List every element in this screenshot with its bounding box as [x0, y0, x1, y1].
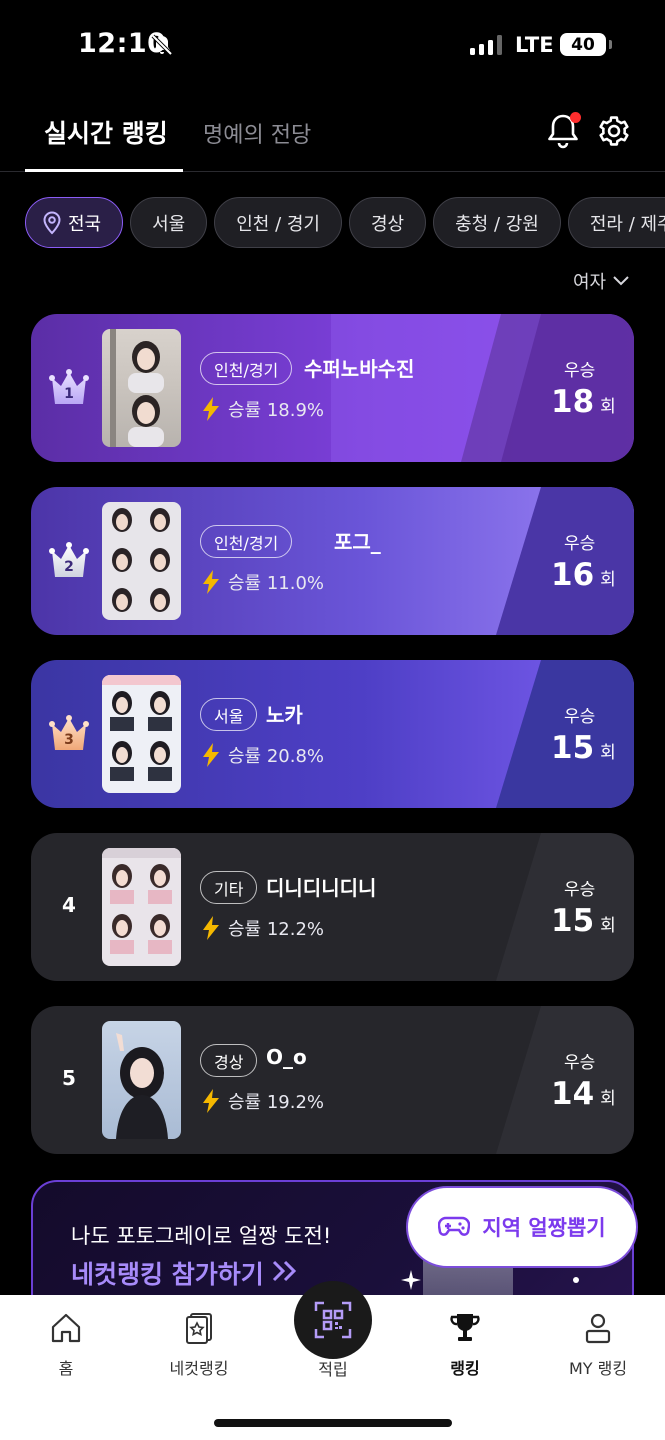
trophy-icon: [450, 1314, 480, 1341]
ranking-card[interactable]: 5 경상 O_o 승률 19.2% 우승 14 회: [31, 1006, 634, 1154]
gender-filter-label: 여자: [573, 272, 607, 293]
profile-photo: [102, 502, 181, 620]
chip-label: 전국: [68, 213, 102, 235]
win-label: 우승: [564, 1053, 596, 1073]
chip-region-jeolla-jeju[interactable]: 전라 / 제주: [567, 197, 665, 248]
user-name: 노카: [266, 703, 303, 727]
ranking-card[interactable]: 1 인천/경기 수퍼노바수진 승률 18.9% 우승 18 회: [31, 314, 634, 462]
gamepad-icon: [438, 1216, 471, 1236]
region-badge: 인천/경기: [200, 525, 293, 558]
win-label: 우승: [564, 361, 596, 381]
settings-gear-icon[interactable]: [597, 114, 631, 148]
user-name: 포그_: [334, 530, 381, 554]
nav-home[interactable]: 홈: [11, 1311, 121, 1379]
battery-icon: 40: [560, 33, 612, 56]
win-rate: 승률 18.9%: [202, 396, 324, 422]
rank-crown-bronze: 3: [49, 708, 89, 758]
user-name: 디니디니디니: [266, 876, 377, 900]
win-rate: 승률 19.2%: [202, 1088, 324, 1114]
double-chevron-right-icon: [272, 1260, 297, 1282]
nav-qr-button[interactable]: [294, 1281, 372, 1359]
win-rate: 승률 11.0%: [202, 569, 324, 595]
nav-ranking[interactable]: 랭킹: [410, 1311, 520, 1379]
rank-number: 5: [62, 1066, 76, 1090]
lightning-icon: [203, 397, 219, 421]
win-count: 15 회: [551, 903, 616, 939]
win-count: 16 회: [551, 557, 616, 593]
home-icon: [51, 1313, 81, 1343]
win-label: 우승: [564, 880, 596, 900]
region-vote-label: 지역 얼짱뽑기: [482, 1216, 606, 1240]
nav-my-ranking[interactable]: MY 랭킹: [543, 1311, 653, 1379]
win-label: 우승: [564, 534, 596, 554]
ranking-card[interactable]: 3 서울 노카 승률 20.8% 우승 15 회: [31, 660, 634, 808]
nav-points-label[interactable]: 적립: [292, 1356, 374, 1380]
chip-region-seoul[interactable]: 서울: [130, 197, 208, 248]
win-count: 18 회: [551, 384, 616, 420]
sparkle-icon: [401, 1270, 421, 1290]
win-rate: 승률 20.8%: [202, 742, 324, 768]
user-profile-icon: [585, 1313, 611, 1344]
region-badge: 기타: [200, 871, 258, 904]
status-bar: 12:10 LTE 40: [0, 0, 665, 92]
ranking-card[interactable]: 4 기타 디니디니디니 승률 12.2% 우승 15 회: [31, 833, 634, 981]
chip-region-gyeongsang[interactable]: 경상: [349, 197, 427, 248]
profile-photo: [102, 848, 181, 966]
tab-hall-of-fame[interactable]: 명예의 전당: [203, 117, 311, 149]
win-label: 우승: [564, 707, 596, 727]
nav-necut-ranking[interactable]: 네컷랭킹: [144, 1311, 254, 1379]
promo-subtitle: 나도 포토그레이로 얼짱 도전!: [71, 1224, 332, 1248]
home-indicator: [214, 1419, 452, 1427]
lightning-icon: [203, 743, 219, 767]
network-type: LTE: [515, 33, 554, 57]
region-badge: 인천/경기: [200, 352, 293, 385]
signal-icon: [470, 35, 502, 55]
region-filter-chips: 전국 서울 인천 / 경기 경상 충청 / 강원 전라 / 제주: [25, 197, 665, 248]
gender-filter-dropdown[interactable]: 여자: [573, 268, 630, 294]
profile-photo: [102, 1021, 181, 1139]
photo-card-icon: [186, 1313, 212, 1344]
win-count: 14 회: [551, 1076, 616, 1112]
profile-photo: [102, 329, 181, 447]
region-badge: 서울: [200, 698, 258, 731]
user-name: O_o: [266, 1045, 307, 1069]
lightning-icon: [203, 916, 219, 940]
lightning-icon: [203, 1089, 219, 1113]
win-rate: 승률 12.2%: [202, 915, 324, 941]
win-count: 15 회: [551, 730, 616, 766]
sparkle-dot-icon: [573, 1277, 579, 1283]
chip-region-chungcheong-gangwon[interactable]: 충청 / 강원: [433, 197, 561, 248]
header: 실시간 랭킹 명예의 전당: [0, 96, 665, 172]
tab-underline: [25, 169, 183, 172]
tab-realtime-ranking[interactable]: 실시간 랭킹: [44, 114, 168, 150]
rank-crown-silver: 2: [49, 535, 89, 585]
rank-number: 4: [62, 893, 76, 917]
promo-cta: 네컷랭킹 참가하기: [71, 1260, 264, 1289]
chip-region-all[interactable]: 전국: [25, 197, 124, 248]
user-name: 수퍼노바수진: [304, 357, 415, 381]
lightning-icon: [203, 570, 219, 594]
qr-code-icon: [314, 1301, 352, 1339]
rank-crown-gold: 1: [49, 362, 89, 412]
region-badge: 경상: [200, 1044, 258, 1077]
notification-badge: [570, 112, 581, 123]
chevron-down-icon: [613, 276, 629, 286]
location-pin-icon: [43, 210, 61, 234]
ranking-card[interactable]: 2 인천/경기 포그_ 승률 11.0% 우승 16 회: [31, 487, 634, 635]
chip-region-incheon-gyeonggi[interactable]: 인천 / 경기: [214, 197, 342, 248]
region-vote-button[interactable]: 지역 얼짱뽑기: [406, 1186, 638, 1268]
profile-photo: [102, 675, 181, 793]
bell-off-icon: [151, 34, 173, 56]
